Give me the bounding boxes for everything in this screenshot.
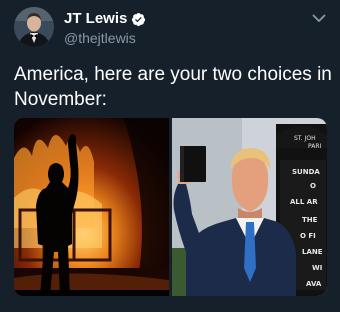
sign-text-4: O — [310, 182, 316, 190]
sign-text-5: ALL AR — [290, 198, 318, 206]
tweet-media[interactable]: ST. JOH PARI SUNDA O ALL AR THE O FI LAN… — [14, 118, 327, 296]
tweet-text: America, here are your two choices in No… — [14, 64, 332, 110]
tweet: JT Lewis @thejtlewis America, here are y… — [0, 0, 340, 312]
chevron-down-icon — [312, 14, 326, 23]
sign-text-1: ST. JOH — [294, 135, 316, 142]
media-photo-fire[interactable] — [14, 118, 169, 296]
sign-text-6: THE — [302, 216, 318, 224]
sign-text-8: LANE — [302, 248, 323, 256]
sign-text-9: WI — [312, 264, 322, 272]
tweet-author[interactable]: JT Lewis @thejtlewis — [64, 10, 146, 47]
author-handle[interactable]: @thejtlewis — [64, 29, 146, 47]
avatar[interactable] — [14, 7, 54, 47]
media-photo-bible[interactable]: ST. JOH PARI SUNDA O ALL AR THE O FI LAN… — [172, 118, 327, 296]
author-name-row: JT Lewis — [64, 10, 146, 28]
sign-text-7: O FI — [300, 232, 316, 240]
sign-text-3: SUNDA — [292, 168, 320, 176]
sign-text-10: AVA — [306, 280, 322, 288]
author-display-name[interactable]: JT Lewis — [64, 10, 127, 28]
more-options-button[interactable] — [310, 9, 328, 27]
verified-badge-icon — [131, 12, 146, 27]
sign-text-2: PARI — [308, 143, 322, 150]
